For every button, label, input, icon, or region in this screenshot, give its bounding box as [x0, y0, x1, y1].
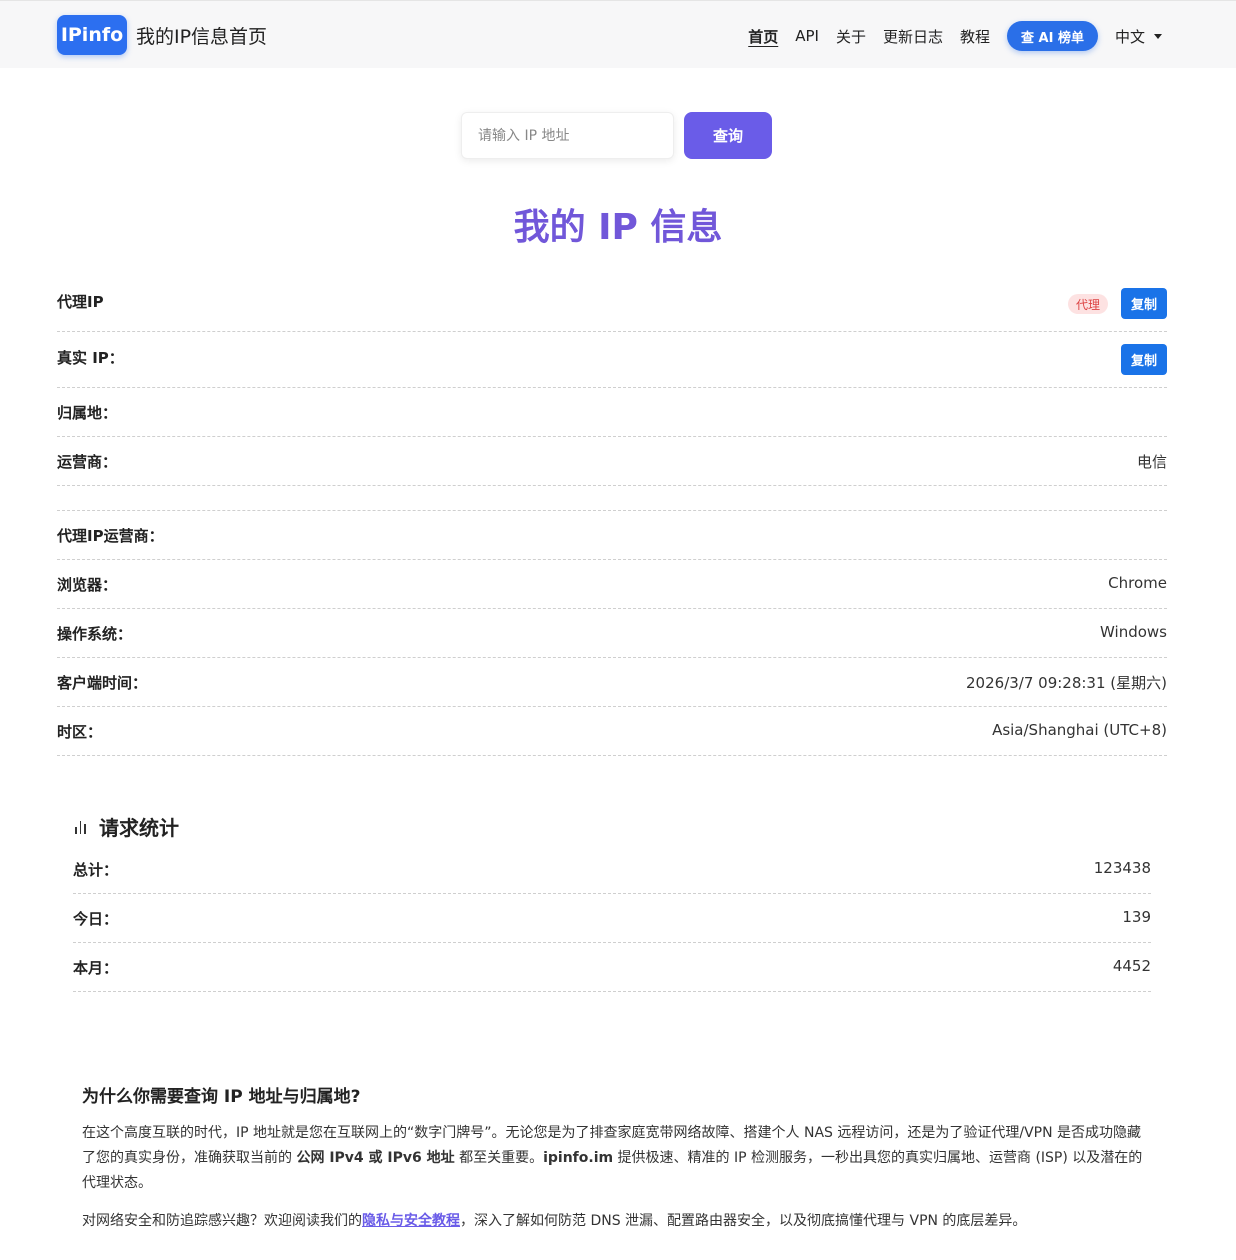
copy-proxy-ip-button[interactable]: 复制: [1121, 288, 1167, 319]
browser-value: Chrome: [1108, 574, 1167, 592]
brand[interactable]: IPinfo 我的IP信息首页: [57, 15, 267, 55]
stats-row-total: 总计： 123438: [73, 845, 1151, 894]
info-row-proxy-carrier: 代理IP运营商：: [57, 511, 1167, 560]
stats-row-month: 本月： 4452: [73, 943, 1151, 992]
location-label: 归属地：: [57, 404, 118, 422]
stats-month-label: 本月：: [73, 959, 119, 977]
bar-chart-icon: [75, 820, 89, 834]
proxy-ip-label: 代理IP: [57, 293, 104, 311]
caret-down-icon: [1154, 33, 1162, 39]
client-time-label: 客户端时间：: [57, 674, 148, 692]
nav-api[interactable]: API: [795, 27, 819, 45]
privacy-tutorial-link[interactable]: 隐私与安全教程: [362, 1213, 460, 1229]
nav-tutorial[interactable]: 教程: [960, 26, 990, 47]
language-dropdown[interactable]: 中文: [1115, 26, 1162, 47]
nav-about[interactable]: 关于: [836, 26, 866, 47]
info-article: 为什么你需要查询 IP 地址与归属地? 在这个高度互联的时代，IP 地址就是您在…: [82, 1082, 1147, 1234]
nav-home[interactable]: 首页: [748, 26, 778, 47]
query-button[interactable]: 查询: [684, 112, 772, 159]
timezone-label: 时区：: [57, 723, 103, 741]
article-paragraph-1: 在这个高度互联的时代，IP 地址就是您在互联网上的“数字门牌号”。无论您是为了排…: [82, 1125, 1143, 1191]
real-ip-label: 真实 IP：: [57, 349, 124, 367]
stats-row-today: 今日： 139: [73, 894, 1151, 943]
site-title[interactable]: 我的IP信息首页: [136, 22, 267, 49]
copy-real-ip-button[interactable]: 复制: [1121, 344, 1167, 375]
browser-label: 浏览器：: [57, 576, 118, 594]
language-label: 中文: [1114, 27, 1145, 46]
main-nav: 首页 API 关于 更新日志 教程 查 AI 榜单 中文: [731, 21, 1162, 51]
info-row-browser: 浏览器： Chrome: [57, 560, 1167, 609]
ai-ranking-button[interactable]: 查 AI 榜单: [1007, 21, 1098, 51]
stats-today-label: 今日：: [73, 910, 119, 928]
proxy-carrier-label: 代理IP运营商：: [57, 527, 164, 545]
stats-today-value: 139: [1122, 908, 1151, 926]
article-heading: 为什么你需要查询 IP 地址与归属地?: [82, 1087, 361, 1107]
nav-changelog[interactable]: 更新日志: [883, 26, 943, 47]
info-row-spacer: [57, 486, 1167, 511]
stats-title-text: 请求统计: [99, 816, 179, 840]
timezone-value: Asia/Shanghai (UTC+8): [992, 721, 1167, 739]
info-row-location: 归属地：: [57, 388, 1167, 437]
client-time-value: 2026/3/7 09:28:31 (星期六): [966, 674, 1167, 692]
info-row-proxy-ip: 代理IP 代理 复制: [57, 282, 1167, 332]
carrier-value: 电信: [1136, 453, 1167, 471]
stats-total-value: 123438: [1093, 859, 1151, 877]
stats-title: 请求统计: [75, 812, 179, 841]
info-row-client-time: 客户端时间： 2026/3/7 09:28:31 (星期六): [57, 658, 1167, 707]
article-paragraph-2: 对网络安全和防追踪感兴趣？欢迎阅读我们的隐私与安全教程，深入了解如何防范 DNS…: [82, 1213, 1027, 1229]
os-label: 操作系统：: [57, 625, 133, 643]
carrier-label: 运营商：: [57, 453, 118, 471]
os-value: Windows: [1100, 623, 1167, 641]
stats-month-value: 4452: [1112, 957, 1151, 975]
ip-search-input[interactable]: [461, 112, 674, 159]
info-row-timezone: 时区： Asia/Shanghai (UTC+8): [57, 707, 1167, 756]
page-title: 我的 IP 信息: [513, 207, 723, 248]
info-row-carrier: 运营商： 电信: [57, 437, 1167, 486]
site-logo[interactable]: IPinfo: [57, 15, 127, 55]
proxy-badge: 代理: [1067, 294, 1108, 314]
info-row-real-ip: 真实 IP： 复制: [57, 332, 1167, 388]
top-navbar: IPinfo 我的IP信息首页 首页 API 关于 更新日志 教程 查 AI 榜…: [0, 0, 1236, 68]
stats-total-label: 总计：: [73, 861, 119, 879]
info-row-os: 操作系统： Windows: [57, 609, 1167, 658]
